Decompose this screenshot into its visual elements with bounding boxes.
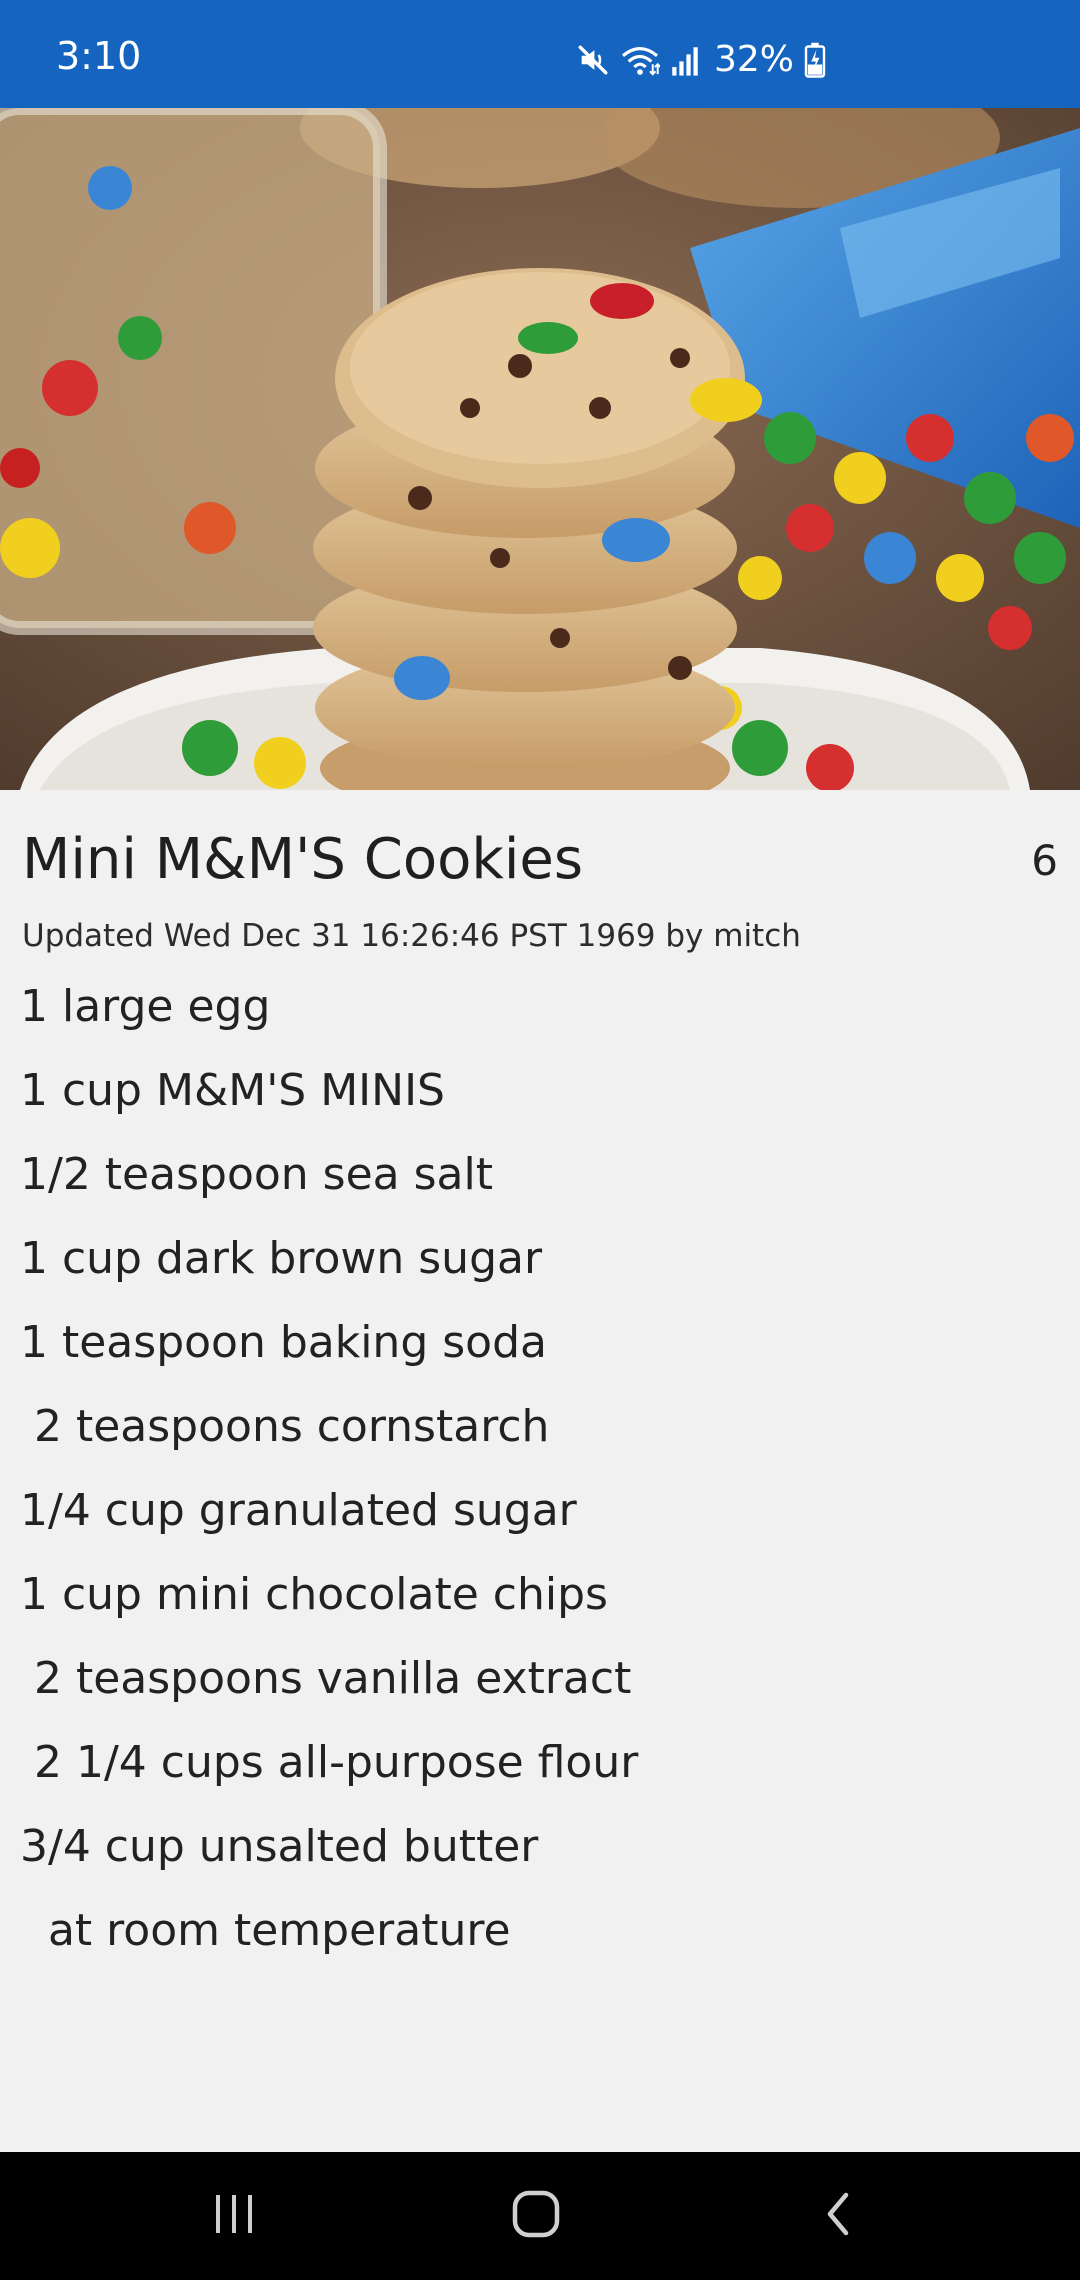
recipe-detail: Mini M&M'S Cookies 6 Updated Wed Dec 31 … xyxy=(0,790,1080,2152)
back-button[interactable] xyxy=(790,2180,886,2252)
ingredient-item: 1 cup M&M'S MINIS xyxy=(20,1065,445,1116)
ingredient-item: 1 cup mini chocolate chips xyxy=(20,1569,608,1620)
ingredient-item: at room temperature xyxy=(20,1905,511,1956)
recipe-photo xyxy=(0,108,1080,790)
ingredient-item: 1/4 cup granulated sugar xyxy=(20,1485,577,1536)
ingredient-item: 2 teaspoons cornstarch xyxy=(20,1401,550,1452)
status-icons: 32% xyxy=(576,40,826,80)
status-time: 3:10 xyxy=(56,34,142,78)
ingredient-item: 3/4 cup unsalted butter xyxy=(20,1821,539,1872)
ingredient-item: 1 large egg xyxy=(20,981,271,1032)
battery-percentage: 32% xyxy=(714,39,795,80)
title-row: Mini M&M'S Cookies 6 xyxy=(22,820,1058,900)
ingredient-item: 1/2 teaspoon sea salt xyxy=(20,1149,493,1200)
ingredient-item: 2 teaspoons vanilla extract xyxy=(20,1653,632,1704)
recents-icon xyxy=(210,2191,258,2241)
home-icon xyxy=(511,2189,561,2243)
ingredient-item: 1 cup dark brown sugar xyxy=(20,1233,543,1284)
home-button[interactable] xyxy=(488,2180,584,2252)
updated-info: Updated Wed Dec 31 16:26:46 PST 1969 by … xyxy=(22,918,801,954)
battery-charging-icon xyxy=(804,42,826,78)
navigation-bar xyxy=(0,2152,1080,2280)
ingredient-item: 1 teaspoon baking soda xyxy=(20,1317,547,1368)
ingredient-item: 2 1/4 cups all-purpose flour xyxy=(20,1737,639,1788)
status-bar: 3:10 32% xyxy=(0,0,1080,108)
ingredient-list: 1 large egg 1 cup M&M'S MINIS 1/2 teaspo… xyxy=(20,985,638,1993)
signal-icon xyxy=(670,43,700,77)
wifi-icon xyxy=(620,43,660,77)
back-icon xyxy=(818,2189,858,2243)
recipe-title: Mini M&M'S Cookies xyxy=(22,827,584,892)
recents-button[interactable] xyxy=(186,2180,282,2252)
servings-count: 6 xyxy=(1031,836,1058,885)
mute-icon xyxy=(576,43,610,77)
